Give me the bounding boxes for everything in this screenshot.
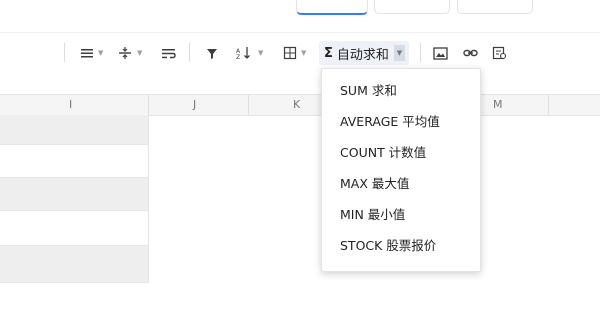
- grid-cell[interactable]: [0, 115, 149, 145]
- filter-icon[interactable]: [206, 42, 218, 64]
- menu-item-sum[interactable]: SUM 求和: [322, 79, 480, 110]
- column-divider: [148, 95, 149, 115]
- grid-cell[interactable]: [0, 246, 149, 283]
- column-header-m[interactable]: M: [493, 98, 503, 111]
- link-icon[interactable]: [463, 42, 478, 64]
- top-tab-button-2[interactable]: [374, 0, 450, 14]
- grid-cell[interactable]: [0, 145, 149, 178]
- autosum-button[interactable]: Σ 自动求和 ▼: [319, 41, 409, 65]
- toolbar-divider: [420, 43, 421, 62]
- top-tab-button-3[interactable]: [457, 0, 533, 14]
- autosum-label: 自动求和: [336, 47, 389, 63]
- autosum-dropdown-menu: SUM 求和 AVERAGE 平均值 COUNT 计数值 MAX 最大值 MIN…: [321, 68, 481, 272]
- grid-cell[interactable]: [0, 211, 149, 246]
- image-icon[interactable]: [433, 42, 448, 64]
- top-tab-button-1[interactable]: [296, 0, 368, 15]
- menu-item-min[interactable]: MIN 最小值: [322, 203, 480, 234]
- chevron-down-icon[interactable]: ▼: [137, 49, 142, 57]
- comment-icon[interactable]: [492, 42, 507, 64]
- chevron-down-icon[interactable]: ▼: [98, 49, 103, 57]
- column-header-i[interactable]: I: [69, 98, 72, 111]
- menu-item-stock[interactable]: STOCK 股票报价: [322, 234, 480, 265]
- align-horizontal-icon[interactable]: [80, 42, 94, 64]
- border-icon[interactable]: [283, 42, 297, 64]
- menu-item-average[interactable]: AVERAGE 平均值: [322, 110, 480, 141]
- menu-item-count[interactable]: COUNT 计数值: [322, 141, 480, 172]
- svg-text:Z: Z: [236, 54, 240, 60]
- column-divider: [548, 95, 549, 115]
- column-divider: [248, 95, 249, 115]
- autosum-dropdown-toggle[interactable]: ▼: [393, 45, 405, 61]
- align-vertical-icon[interactable]: [118, 42, 132, 64]
- toolbar-divider: [64, 43, 65, 62]
- menu-item-max[interactable]: MAX 最大值: [322, 172, 480, 203]
- chevron-down-icon[interactable]: ▼: [301, 49, 306, 57]
- chevron-down-icon[interactable]: ▼: [258, 49, 263, 57]
- wrap-text-icon[interactable]: [161, 42, 176, 64]
- column-header-k[interactable]: K: [293, 98, 300, 111]
- sigma-icon: Σ: [324, 45, 333, 61]
- grid-cell[interactable]: [0, 178, 149, 211]
- toolbar: ▼ ▼ AZ ▼ ▼ Σ 自动求和 ▼: [0, 32, 600, 71]
- toolbar-divider: [189, 43, 190, 62]
- column-header-bar: I J K M: [0, 94, 600, 116]
- column-header-j[interactable]: J: [193, 98, 196, 111]
- sort-icon[interactable]: AZ: [236, 42, 252, 64]
